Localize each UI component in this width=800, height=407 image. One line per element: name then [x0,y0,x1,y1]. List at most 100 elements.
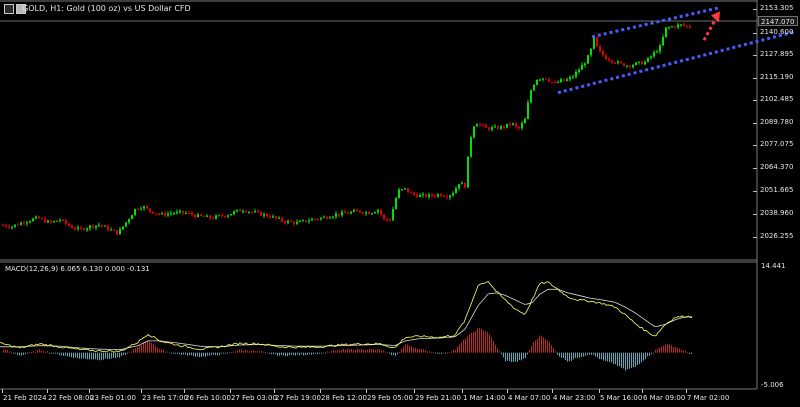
candle-body [422,194,424,196]
macd-histogram-bar [115,352,116,359]
macd-histogram-bar [87,352,88,360]
candle-body [491,127,493,130]
macd-histogram-bar [199,352,200,358]
candle-body [359,210,361,213]
candle-body [503,126,505,128]
price-scale[interactable]: 2147.070 2153.305 2140.600 2127.895 2115.19… [753,0,800,407]
macd-histogram-bar [569,352,570,362]
price-tick [753,168,757,169]
macd-histogram-bar [85,352,86,359]
macd-histogram-bar [261,351,262,353]
time-label: 27 Feb 19:00 [275,394,321,402]
candle-body [476,124,478,127]
macd-histogram-bar [51,352,52,354]
macd-histogram-bar [491,337,492,353]
macd-histogram-bar [361,348,362,353]
macd-histogram-bar [431,352,432,354]
price-tick [753,78,757,79]
macd-histogram-bar [335,350,336,353]
time-label: 27 Feb 03:00 [231,394,277,402]
time-tick [599,389,600,393]
time-label: 28 Feb 12:00 [321,394,367,402]
macd-histogram-bar [595,352,596,357]
macd-histogram-bar [95,352,96,360]
candle-body [179,211,181,213]
candle-body [11,226,13,228]
macd-main-line [0,281,693,353]
price-label: 2077.075 [760,140,794,148]
macd-histogram-bar [503,352,504,358]
macd-histogram-bar [57,352,58,354]
macd-histogram-bar [107,352,108,359]
candle-body [587,55,589,64]
candle-body [434,195,436,197]
candle-body [662,36,664,46]
candle-body [278,217,280,219]
macd-histogram-bar [427,351,428,353]
candle-body [449,195,451,198]
candle-body [170,213,172,215]
price-chart-canvas[interactable] [0,0,800,407]
macd-histogram-bar [47,351,48,353]
macd-histogram-bar [75,352,76,358]
macd-histogram-bar [151,342,152,353]
time-tick [320,389,321,393]
macd-histogram-bar [295,352,296,356]
candle-body [29,221,31,223]
candle-body [293,221,295,224]
macd-histogram-bar [591,352,592,355]
macd-histogram-bar [353,350,354,353]
candle-body [617,61,619,64]
macd-histogram-bar [327,351,328,353]
candle-body [554,82,556,84]
candle-body [332,216,334,218]
candle-body [152,211,154,214]
macd-histogram-bar [475,331,476,353]
candle-body [347,212,349,214]
candle-body [653,52,655,57]
time-tick [274,389,275,393]
macd-histogram-bar [317,352,318,355]
macd-histogram-bar [655,349,656,353]
candle-body [116,230,118,235]
macd-histogram-bar [371,349,372,353]
macd-histogram-bar [5,349,6,353]
macd-histogram-bar [69,352,70,357]
macd-histogram-bar [231,351,232,353]
time-label: 23 Feb 17:00 [142,394,188,402]
macd-histogram-bar [33,351,34,353]
macd-histogram-bar [83,352,84,359]
candle-body [464,182,466,188]
candle-body [119,229,121,235]
candle-body [560,79,562,83]
macd-histogram-bar [227,352,228,354]
macd-histogram-bar [369,349,370,353]
price-tick [753,55,757,56]
macd-histogram-bar [551,345,552,353]
macd-histogram-bar [653,352,654,354]
macd-histogram-bar [177,352,178,354]
macd-histogram-bar [101,352,102,360]
macd-histogram-bar [125,352,126,355]
candle-body [143,206,145,209]
trend-channel-upper-line [591,6,719,39]
candle-body [215,215,217,219]
candle-body [137,208,139,210]
time-label: 22 Feb 08:00 [48,394,94,402]
macd-histogram-bar [53,352,54,354]
candle-body [377,209,379,213]
candle-body [35,216,37,219]
macd-histogram-bar [621,352,622,368]
macd-histogram-bar [555,351,556,353]
macd-histogram-bar [279,352,280,356]
macd-histogram-bar [625,352,626,371]
macd-histogram-bar [173,352,174,354]
macd-histogram-bar [139,345,140,353]
macd-histogram-bar [157,347,158,353]
macd-histogram-bar [27,352,28,354]
macd-histogram-bar [673,346,674,353]
candle-body [593,36,595,49]
candle-body [632,65,634,67]
candle-body [353,210,355,212]
macd-histogram-bar [403,346,404,353]
